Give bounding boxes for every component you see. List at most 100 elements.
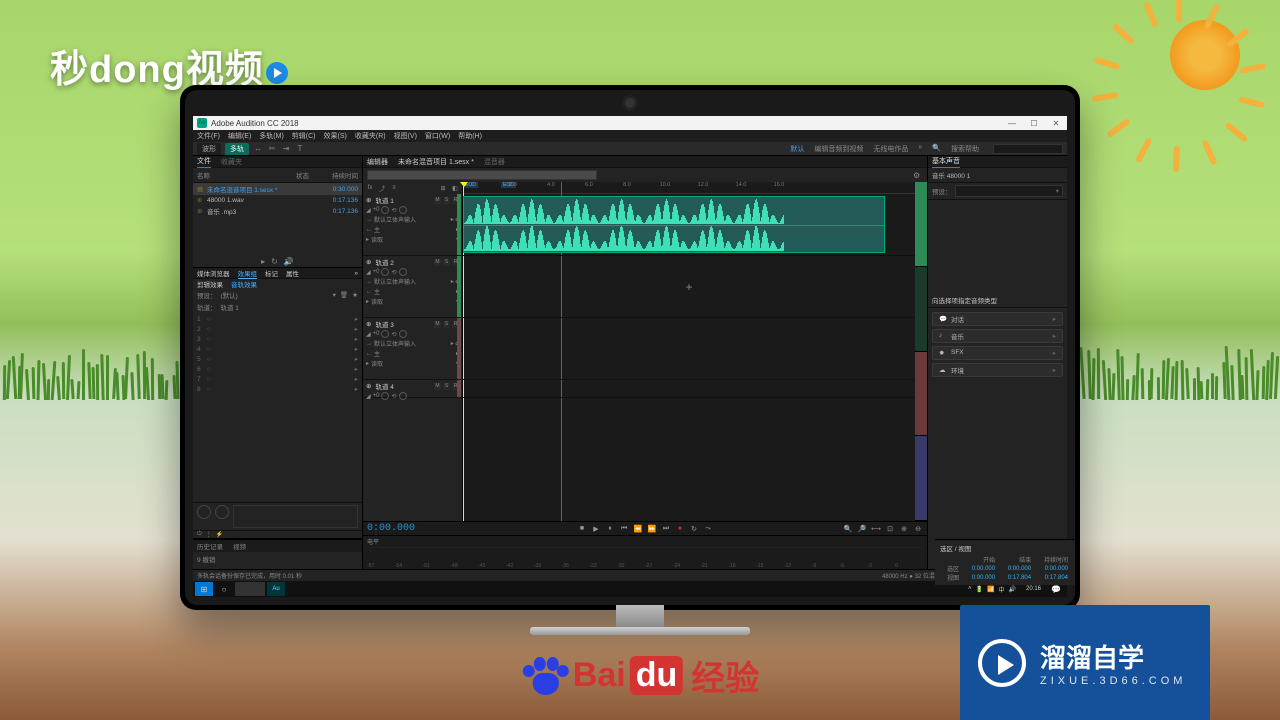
ess-type-button[interactable]: ☁环境▸ <box>932 363 1063 377</box>
taskbar-clock[interactable]: 20:16 <box>1022 586 1045 593</box>
menu-clip[interactable]: 剪辑(C) <box>292 131 316 141</box>
th-fx-icon[interactable]: fx <box>366 185 374 191</box>
track-header[interactable]: ⊕轨道 1MSR◢+0⟲→默认立体声输入▸ ⌀←主▸▸读取▾ <box>363 194 462 256</box>
tray-wifi-icon[interactable]: 📶 <box>987 586 994 593</box>
fx-slot[interactable]: 2○▸ <box>193 324 362 334</box>
ess-type-button[interactable]: ♪音乐▸ <box>932 329 1063 343</box>
menu-bar[interactable]: 文件(F) 编辑(E) 多轨(M) 剪辑(C) 效果(S) 收藏夹(R) 视图(… <box>193 130 1067 142</box>
tray-battery-icon[interactable]: 🔋 <box>976 586 983 593</box>
menu-effects[interactable]: 效果(S) <box>324 131 347 141</box>
files-autoplay-icon[interactable]: 🔊 <box>284 257 294 266</box>
fx-slot[interactable]: 1○▸ <box>193 314 362 324</box>
forward-button[interactable]: ⏩ <box>647 524 657 534</box>
audio-clip[interactable] <box>463 196 885 253</box>
tab-video[interactable]: 视频 <box>233 541 246 551</box>
skip-button[interactable]: ⤳ <box>703 524 713 534</box>
fx-slot[interactable]: 3○▸ <box>193 334 362 344</box>
ess-type-button[interactable]: 💬对话▸ <box>932 312 1063 326</box>
menu-favorites[interactable]: 收藏夹(R) <box>355 131 386 141</box>
gear-icon[interactable]: ⚙ <box>913 171 923 180</box>
maximize-button[interactable]: ☐ <box>1023 116 1045 130</box>
menu-multitrack[interactable]: 多轨(M) <box>259 131 284 141</box>
fx-wet-knob[interactable] <box>197 505 211 519</box>
tray-volume-icon[interactable]: 🔊 <box>1009 586 1016 593</box>
minimize-button[interactable]: — <box>1001 116 1023 130</box>
zoom-vert-out-icon[interactable]: ⊖ <box>913 524 923 534</box>
navigator-bar[interactable] <box>367 170 597 180</box>
record-button[interactable]: ● <box>675 524 685 534</box>
waveform-button[interactable]: 波形 <box>197 143 221 155</box>
go-end-button[interactable]: ⏭ <box>661 524 671 534</box>
editor-tab-label[interactable]: 编辑器 <box>367 157 388 167</box>
track-value[interactable]: 轨道 1 <box>221 302 239 312</box>
ess-preset-select[interactable]: ▾ <box>955 185 1064 197</box>
file-row[interactable]: ⊕48000 1.wav0:17.136 <box>193 195 362 205</box>
preset-star-icon[interactable]: ★ <box>352 291 358 299</box>
menu-edit[interactable]: 编辑(E) <box>228 131 251 141</box>
taskbar-audition[interactable]: Au <box>267 582 285 596</box>
th-eq-icon[interactable]: ≡ <box>390 185 398 191</box>
slip-tool-icon[interactable]: ⇥ <box>281 144 291 154</box>
subtab-clip-fx[interactable]: 剪辑效果 <box>197 279 223 289</box>
start-button[interactable]: ⊞ <box>195 582 213 596</box>
fx-slot[interactable]: 7○▸ <box>193 374 362 384</box>
th-zoom-icon[interactable]: ⊞ <box>439 185 447 192</box>
menu-view[interactable]: 视图(V) <box>394 131 417 141</box>
tab-media-browser[interactable]: 媒体浏览器 <box>197 268 230 278</box>
tray-ime-icon[interactable]: 中 <box>998 585 1004 594</box>
track-lane[interactable] <box>463 318 915 380</box>
pause-button[interactable]: ⏸ <box>605 524 615 534</box>
loop-button[interactable]: ↻ <box>689 524 699 534</box>
ess-type-button[interactable]: ✸SFX▸ <box>932 346 1063 360</box>
zoom-sel-icon[interactable]: ⊡ <box>885 524 895 534</box>
stop-button[interactable]: ■ <box>577 524 587 534</box>
file-row[interactable]: ⊕音乐 .mp30:17.136 <box>193 205 362 217</box>
razor-tool-icon[interactable]: ✂ <box>267 144 277 154</box>
tab-essential-sound[interactable]: 基本声音 <box>932 156 960 168</box>
tab-effects-rack[interactable]: 效果组 <box>238 268 258 279</box>
track-lane[interactable] <box>463 380 915 398</box>
fx-mix-icon[interactable]: ⚡ <box>216 531 223 538</box>
layout-radio[interactable]: 无线电作品 <box>873 144 908 154</box>
preset-value[interactable]: (默认) <box>221 290 238 300</box>
menu-window[interactable]: 窗口(W) <box>425 131 450 141</box>
tray-up-icon[interactable]: ˄ <box>968 586 972 592</box>
fx-dry-knob[interactable] <box>215 505 229 519</box>
history-item[interactable]: 9 撤销 <box>197 557 215 564</box>
move-tool-icon[interactable]: ↔ <box>253 144 263 154</box>
preset-delete-icon[interactable]: 🗑 <box>340 291 348 299</box>
tab-history[interactable]: 历史记录 <box>197 541 223 551</box>
menu-file[interactable]: 文件(F) <box>197 131 220 141</box>
zoom-out-icon[interactable]: 🔎 <box>857 524 867 534</box>
track-header[interactable]: ⊕轨道 4MSR◢+0⟲ <box>363 380 462 398</box>
fx-power-icon[interactable]: ⏻ <box>197 531 202 538</box>
zoom-in-icon[interactable]: 🔍 <box>843 524 853 534</box>
layout-default[interactable]: 默认 <box>790 144 804 154</box>
editor-document[interactable]: 未命名混音项目 1.sesx * <box>398 157 474 167</box>
preset-save-icon[interactable]: ▾ <box>333 291 336 299</box>
rewind-button[interactable]: ⏪ <box>633 524 643 534</box>
layout-more-icon[interactable]: » <box>918 144 922 154</box>
go-start-button[interactable]: ⏮ <box>619 524 629 534</box>
track-lane[interactable]: + <box>463 256 915 318</box>
zoom-full-icon[interactable]: ⟷ <box>871 524 881 534</box>
fx-slot[interactable]: 8○▸ <box>193 384 362 394</box>
track-header[interactable]: ⊕轨道 2MSR◢+0⟲→默认立体声输入▸ ⌀←主▸▸读取▾ <box>363 256 462 318</box>
fx-slot[interactable]: 5○▸ <box>193 354 362 364</box>
time-ruler[interactable]: EOD EOD 2.04.06.08.010.012.014.016.0 <box>463 182 915 194</box>
subtab-track-fx[interactable]: 音轨效果 <box>231 279 257 289</box>
play-button[interactable]: ▶ <box>591 524 601 534</box>
taskview-button[interactable] <box>235 582 265 596</box>
files-loop-icon[interactable]: ↻ <box>271 257 278 266</box>
fx-slot[interactable]: 6○▸ <box>193 364 362 374</box>
tab-favorites[interactable]: 收藏夹 <box>221 157 242 167</box>
track-lane[interactable] <box>463 194 915 256</box>
fx-chain-icon[interactable]: ⋮ <box>206 531 212 538</box>
zoom-vert-in-icon[interactable]: ⊕ <box>899 524 909 534</box>
system-tray[interactable]: ˄ 🔋 📶 中 🔊 <box>968 585 1020 594</box>
file-row[interactable]: ▦未命名混音项目 1.sesx *0:30.000 <box>193 183 362 195</box>
tab-files[interactable]: 文件 <box>197 156 211 168</box>
th-snap-icon[interactable]: ◧ <box>451 185 459 192</box>
menu-help[interactable]: 帮助(H) <box>458 131 482 141</box>
track-header[interactable]: ⊕轨道 3MSR◢+0⟲→默认立体声输入▸ ⌀←主▸▸读取▾ <box>363 318 462 380</box>
